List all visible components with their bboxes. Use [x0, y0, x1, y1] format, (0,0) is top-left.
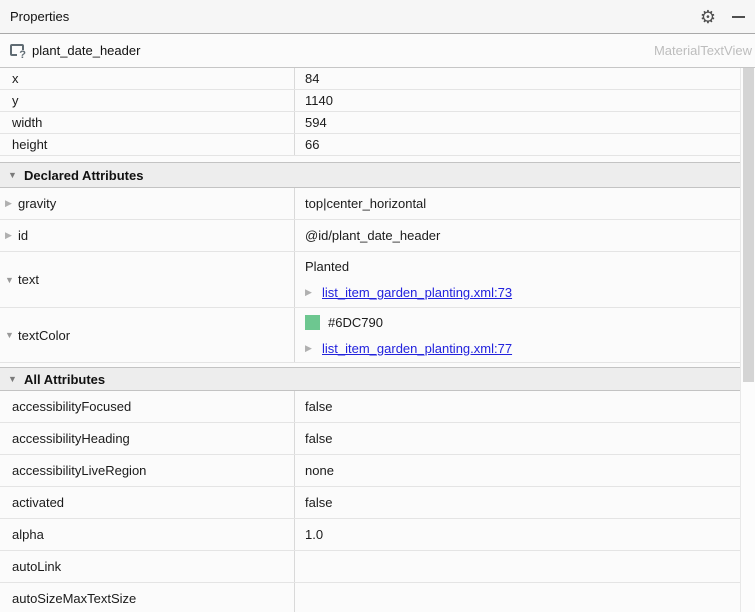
expand-down-icon[interactable]: ▼ [5, 275, 18, 285]
source-link-line: ▶ list_item_garden_planting.xml:77 [305, 337, 512, 359]
component-id: plant_date_header [32, 43, 141, 58]
section-title: All Attributes [24, 371, 106, 387]
panel-title: Properties [10, 9, 70, 24]
component-type: MaterialTextView [653, 43, 752, 58]
color-value-line: #6DC790 [305, 311, 383, 333]
row-value[interactable]: false [295, 423, 755, 454]
row-label: y [0, 90, 295, 111]
selected-component-row[interactable]: ? plant_date_header MaterialTextView [0, 34, 755, 68]
row-label: gravity [18, 196, 57, 211]
row-value[interactable]: 1140 [295, 90, 755, 111]
table-row-autolink: autoLink [0, 551, 755, 583]
row-value-cell: Planted ▶ list_item_garden_planting.xml:… [295, 252, 755, 307]
row-value[interactable]: false [295, 391, 755, 422]
row-value[interactable]: 1.0 [295, 519, 755, 550]
expand-right-icon[interactable]: ▶ [305, 343, 322, 354]
row-label: height [0, 134, 295, 155]
row-value[interactable]: top|center_horizontal [295, 188, 755, 219]
row-label: id [18, 228, 29, 243]
section-declared-attributes[interactable]: ▼ Declared Attributes [0, 162, 755, 188]
row-label: accessibilityHeading [0, 423, 295, 454]
expand-right-icon[interactable]: ▶ [5, 198, 18, 209]
row-value[interactable]: #6DC790 [328, 315, 383, 330]
minimize-icon[interactable] [732, 15, 745, 18]
expand-right-icon[interactable]: ▶ [305, 287, 322, 298]
table-row-text: ▼ text Planted ▶ list_item_garden_planti… [0, 252, 755, 308]
row-label: alpha [0, 519, 295, 550]
table-row-autosizemaxtextsize: autoSizeMaxTextSize [0, 583, 755, 612]
row-value-cell: #6DC790 ▶ list_item_garden_planting.xml:… [295, 308, 755, 362]
table-row-height: height 66 [0, 134, 755, 156]
row-value[interactable]: @id/plant_date_header [295, 220, 755, 251]
table-row-accessibilityliveregion: accessibilityLiveRegion none [0, 455, 755, 487]
row-label: text [18, 272, 39, 287]
table-row-accessibilityfocused: accessibilityFocused false [0, 391, 755, 423]
row-value[interactable]: 84 [295, 68, 755, 89]
expand-right-icon[interactable]: ▶ [5, 230, 18, 241]
table-row-gravity: ▶ gravity top|center_horizontal [0, 188, 755, 220]
row-value[interactable]: none [295, 455, 755, 486]
table-row-textcolor: ▼ textColor #6DC790 ▶ list_item_garden_p… [0, 308, 755, 363]
chevron-down-icon[interactable]: ▼ [8, 374, 24, 384]
row-value[interactable]: 66 [295, 134, 755, 155]
row-label: accessibilityLiveRegion [0, 455, 295, 486]
scrollbar-thumb[interactable] [743, 68, 754, 382]
row-value[interactable] [295, 551, 755, 582]
row-label: activated [0, 487, 295, 518]
row-label: accessibilityFocused [0, 391, 295, 422]
row-value[interactable]: Planted [305, 256, 349, 278]
question-mark-icon: ? [19, 49, 26, 61]
row-value[interactable]: false [295, 487, 755, 518]
row-label-cell: ▼ text [0, 252, 295, 307]
row-label: x [0, 68, 295, 89]
row-label-cell: ▶ gravity [0, 188, 295, 219]
gear-icon[interactable]: ⚙ [700, 8, 716, 26]
section-all-attributes[interactable]: ▼ All Attributes [0, 367, 755, 391]
row-label: textColor [18, 327, 71, 343]
table-row-accessibilityheading: accessibilityHeading false [0, 423, 755, 455]
table-row-activated: activated false [0, 487, 755, 519]
unknown-view-icon: ? [10, 44, 26, 61]
properties-panel: Properties ⚙ ? plant_date_header Materia… [0, 0, 755, 612]
table-row-width: width 594 [0, 112, 755, 134]
source-link[interactable]: list_item_garden_planting.xml:73 [322, 285, 512, 300]
chevron-down-icon[interactable]: ▼ [8, 170, 24, 180]
source-link[interactable]: list_item_garden_planting.xml:77 [322, 341, 512, 356]
table-row-x: x 84 [0, 68, 755, 90]
row-value[interactable] [295, 583, 755, 612]
row-label: autoLink [0, 551, 295, 582]
row-label-cell: ▼ textColor [0, 308, 295, 362]
row-label: width [0, 112, 295, 133]
table-row-y: y 1140 [0, 90, 755, 112]
row-value[interactable]: 594 [295, 112, 755, 133]
row-label-cell: ▶ id [0, 220, 295, 251]
scrollbar-track[interactable] [740, 68, 755, 612]
source-link-line: ▶ list_item_garden_planting.xml:73 [305, 282, 512, 304]
color-swatch[interactable] [305, 314, 320, 330]
section-title: Declared Attributes [24, 167, 144, 183]
table-row-id: ▶ id @id/plant_date_header [0, 220, 755, 252]
expand-down-icon[interactable]: ▼ [5, 330, 18, 340]
row-label: autoSizeMaxTextSize [0, 583, 295, 612]
table-row-alpha: alpha 1.0 [0, 519, 755, 551]
panel-header: Properties ⚙ [0, 0, 755, 34]
